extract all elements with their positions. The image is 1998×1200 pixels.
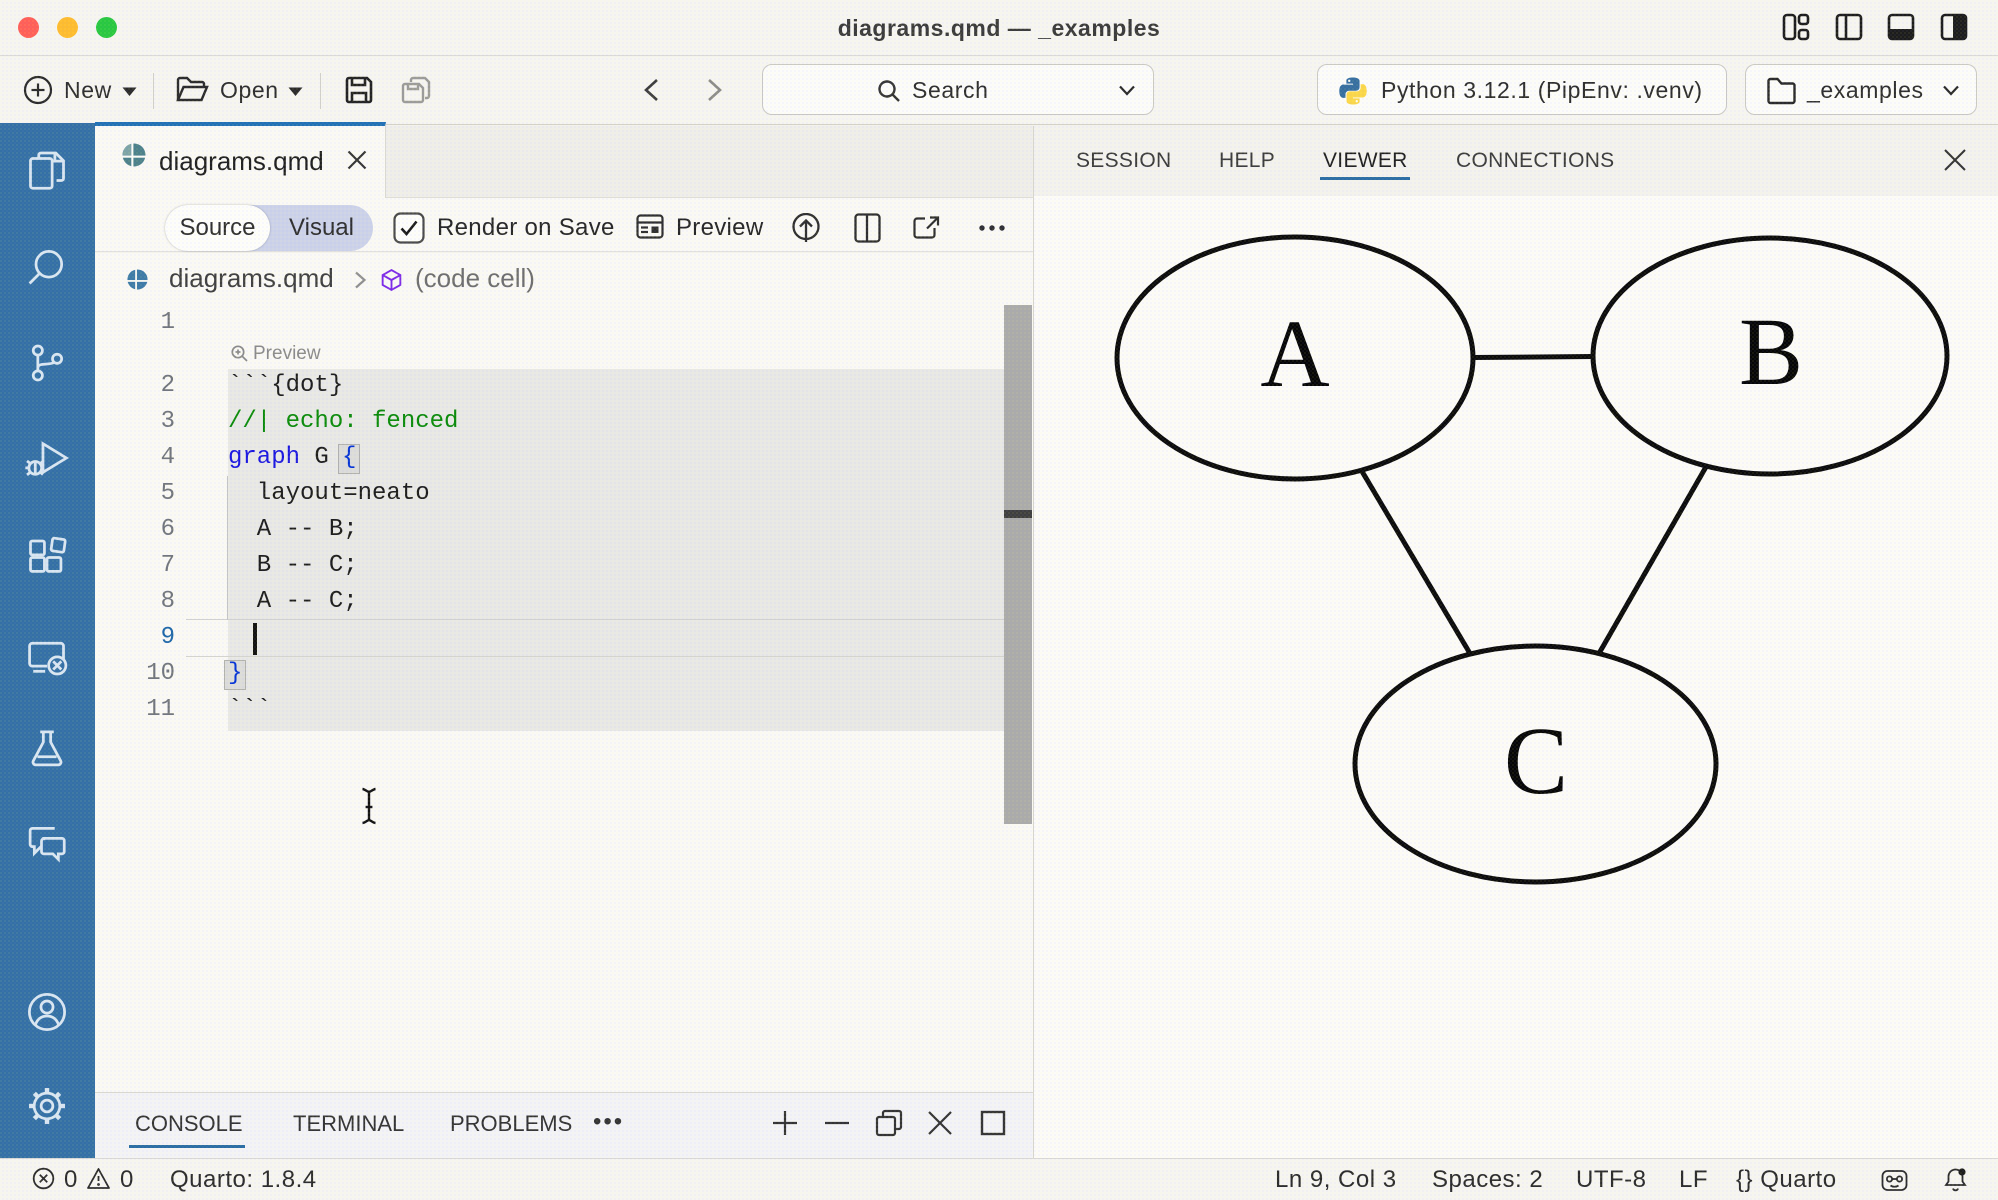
svg-text:B: B [1739,298,1803,405]
svg-text:A: A [1260,300,1329,407]
svg-text:C: C [1504,707,1568,814]
